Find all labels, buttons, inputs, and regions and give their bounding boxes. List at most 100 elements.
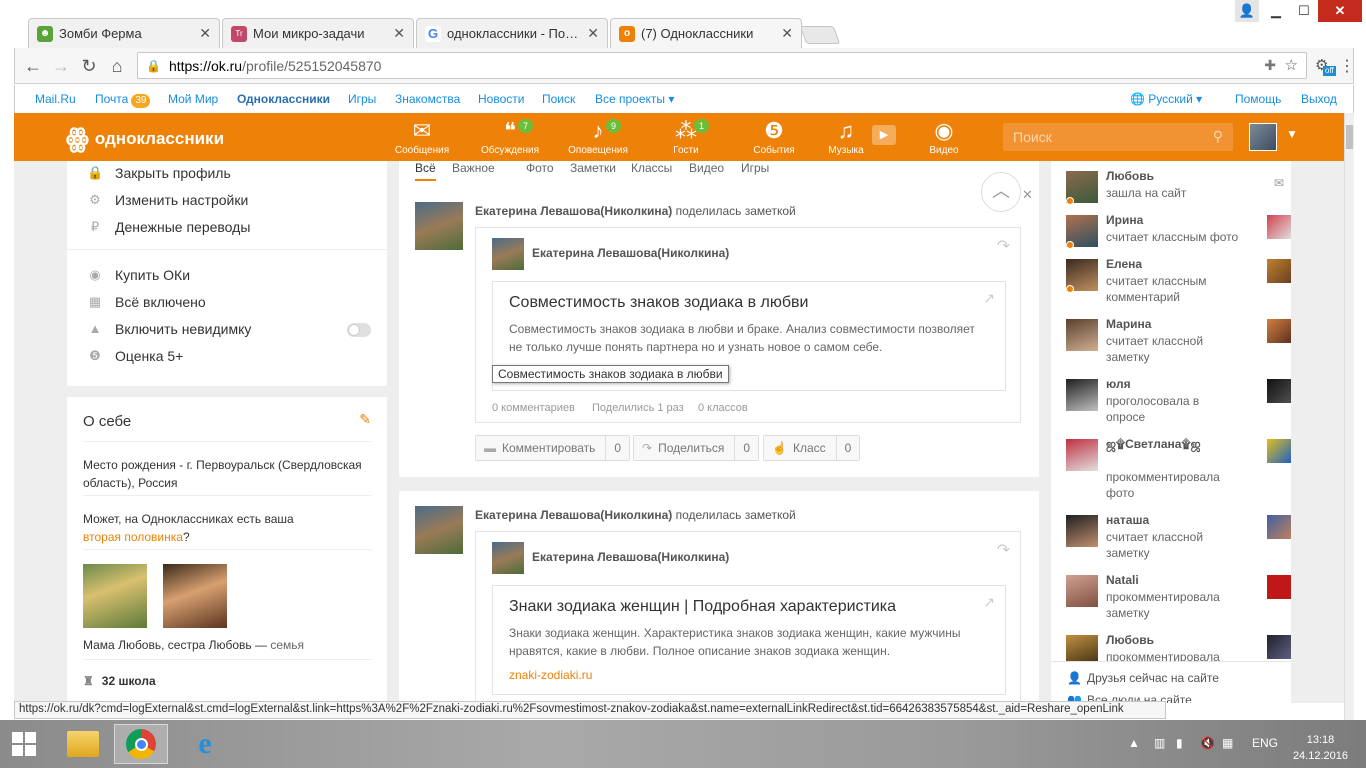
signal-icon[interactable]: ▮ <box>1176 736 1183 750</box>
portal-link-mailru[interactable]: Mail.Ru <box>35 92 76 106</box>
extension-puzzle-icon[interactable]: ✚ <box>1264 57 1276 74</box>
friend-avatar[interactable] <box>1066 439 1098 471</box>
tray-arrow-icon[interactable]: ▲ <box>1128 736 1140 750</box>
feed-tab-notes[interactable]: Заметки <box>570 161 616 175</box>
activity-item[interactable]: Марина считает классной заметку <box>1066 317 1291 364</box>
user-profile-icon[interactable]: 👤 <box>1235 0 1259 22</box>
reshare-arrow-icon[interactable]: ↷ <box>997 236 1010 256</box>
activity-thumbnail[interactable] <box>1267 439 1291 463</box>
network-icon[interactable]: ▦ <box>1222 736 1233 750</box>
friend-avatar[interactable] <box>1066 575 1098 607</box>
help-link[interactable]: Помощь <box>1235 92 1281 106</box>
menu-item-buy-oki[interactable]: ◉ Купить ОКи <box>87 267 190 283</box>
portal-link-ok[interactable]: Одноклассники <box>237 92 330 106</box>
link-domain[interactable]: znaki-zodiaki.ru <box>509 668 592 682</box>
invisible-toggle[interactable] <box>347 323 371 337</box>
message-icon[interactable]: ✉ <box>1267 171 1291 195</box>
chrome-menu-icon[interactable]: ⋮ <box>1339 56 1355 76</box>
pencil-icon[interactable]: ✎ <box>359 411 371 428</box>
volume-muted-icon[interactable]: 🔇 <box>1200 736 1215 750</box>
friend-avatar[interactable] <box>1066 515 1098 547</box>
menu-item-invisible[interactable]: ▲ Включить невидимку <box>87 321 252 337</box>
friend-name[interactable]: Любовь <box>1106 169 1154 183</box>
tab-close-icon[interactable]: ✕ <box>199 25 211 42</box>
friend-avatar[interactable] <box>1066 319 1098 351</box>
ok-logo[interactable]: ꙮ одноклассники <box>66 123 224 154</box>
logout-link[interactable]: Выход <box>1301 92 1337 106</box>
maximize-button[interactable]: ☐ <box>1290 0 1318 22</box>
family-names[interactable]: Мама Любовь, сестра Любовь <box>83 638 252 652</box>
activity-item[interactable]: Natali прокомментировала заметку <box>1066 573 1291 620</box>
nav-messages[interactable]: ✉ Сообщения <box>392 117 452 156</box>
like-button[interactable]: ☝ Класс 0 <box>763 435 861 461</box>
inner-author-avatar[interactable] <box>492 542 524 574</box>
scrollbar-thumb[interactable] <box>1346 125 1353 149</box>
link-preview[interactable]: Знаки зодиака женщин | Подробная характе… <box>492 585 1006 695</box>
ok-search-input[interactable]: Поиск ⚲ <box>1003 123 1233 151</box>
friend-avatar[interactable] <box>1066 379 1098 411</box>
feed-tab-important[interactable]: Важное <box>452 161 495 175</box>
author-avatar[interactable] <box>415 506 463 554</box>
scroll-up-button[interactable]: ︿ <box>981 172 1021 212</box>
activity-item[interactable]: Елена считает классным комментарий <box>1066 257 1291 304</box>
activity-thumbnail[interactable] <box>1267 575 1291 599</box>
language-indicator[interactable]: ENG <box>1252 736 1278 750</box>
browser-tab[interactable]: Tr Мои микро-задачи ✕ <box>222 18 414 48</box>
chrome-button[interactable] <box>114 724 168 764</box>
browser-tab[interactable]: ☻ Зомби Ферма ✕ <box>28 18 220 48</box>
external-link-icon[interactable]: ↗ <box>983 290 995 307</box>
start-button[interactable] <box>0 724 48 764</box>
clock[interactable]: 13:18 24.12.2016 <box>1293 732 1348 764</box>
activity-item[interactable]: юля проголосовала в опросе <box>1066 377 1291 424</box>
friend-name[interactable]: юля <box>1106 377 1131 391</box>
menu-item-close-profile[interactable]: 🔒 Закрыть профиль <box>87 165 231 181</box>
activity-thumbnail[interactable] <box>1267 379 1291 403</box>
forward-arrow-icon[interactable]: → <box>51 56 71 77</box>
reshare-arrow-icon[interactable]: ↷ <box>997 540 1010 560</box>
friends-online-link[interactable]: 👤 Друзья сейчас на сайте <box>1067 671 1219 685</box>
browser-tab-active[interactable]: о (7) Одноклассники ✕ <box>610 18 802 48</box>
nav-video[interactable]: ◉ Видео <box>914 117 974 156</box>
close-icon[interactable]: ✕ <box>1022 187 1033 203</box>
back-arrow-icon[interactable]: ← <box>23 56 43 77</box>
home-icon[interactable]: ⌂ <box>107 56 127 77</box>
portal-link-news[interactable]: Новости <box>478 92 524 106</box>
menu-item-money-transfers[interactable]: ₽ Денежные переводы <box>87 219 251 235</box>
comments-count[interactable]: 0 комментариев <box>492 402 575 414</box>
friend-name[interactable]: Марина <box>1106 317 1151 331</box>
minimize-button[interactable]: ▁ <box>1262 0 1290 22</box>
nav-discussions[interactable]: ❝ 7 Обсуждения <box>480 117 540 156</box>
new-tab-button[interactable] <box>799 26 841 44</box>
tab-close-icon[interactable]: ✕ <box>393 25 405 42</box>
portal-link-dating[interactable]: Знакомства <box>395 92 460 106</box>
portal-link-moimir[interactable]: Мой Мир <box>168 92 218 106</box>
play-icon[interactable]: ▶ <box>872 125 896 145</box>
second-half-link[interactable]: вторая половинка <box>83 530 183 544</box>
feed-tab-all[interactable]: Всё <box>415 161 436 181</box>
external-link-icon[interactable]: ↗ <box>983 594 995 611</box>
activity-thumbnail[interactable] <box>1267 319 1291 343</box>
link-title[interactable]: Знаки зодиака женщин | Подробная характе… <box>509 598 896 616</box>
portal-link-games[interactable]: Игры <box>348 92 376 106</box>
user-avatar[interactable] <box>1249 123 1277 151</box>
activity-thumbnail[interactable] <box>1267 635 1291 659</box>
school-row[interactable]: ♜ 32 школа <box>83 674 156 688</box>
menu-item-settings[interactable]: ⚙ Изменить настройки <box>87 192 248 208</box>
inner-author-name[interactable]: Екатерина Левашова(Николкина) <box>532 550 729 564</box>
portal-link-search[interactable]: Поиск <box>542 92 575 106</box>
tab-close-icon[interactable]: ✕ <box>781 25 793 42</box>
activity-thumbnail[interactable] <box>1267 259 1291 283</box>
share-button[interactable]: ↷ Поделиться 0 <box>633 435 760 461</box>
page-scrollbar[interactable] <box>1344 113 1354 720</box>
author-name-link[interactable]: Екатерина Левашова(Николкина) <box>475 204 672 218</box>
feed-tab-video[interactable]: Видео <box>689 161 724 175</box>
caret-down-icon[interactable]: ▼ <box>1286 127 1298 141</box>
feed-tab-games[interactable]: Игры <box>741 161 769 175</box>
feed-tab-photos[interactable]: Фото <box>526 161 554 175</box>
friend-name[interactable]: Ирина <box>1106 213 1143 227</box>
activity-item[interactable]: наташа считает классной заметку <box>1066 513 1291 560</box>
browser-tab[interactable]: G одноклассники - Поиск ✕ <box>416 18 608 48</box>
activity-thumbnail[interactable] <box>1267 215 1291 239</box>
inner-author-name[interactable]: Екатерина Левашова(Николкина) <box>532 246 729 260</box>
tray-app-icon[interactable]: ▥ <box>1154 736 1165 750</box>
